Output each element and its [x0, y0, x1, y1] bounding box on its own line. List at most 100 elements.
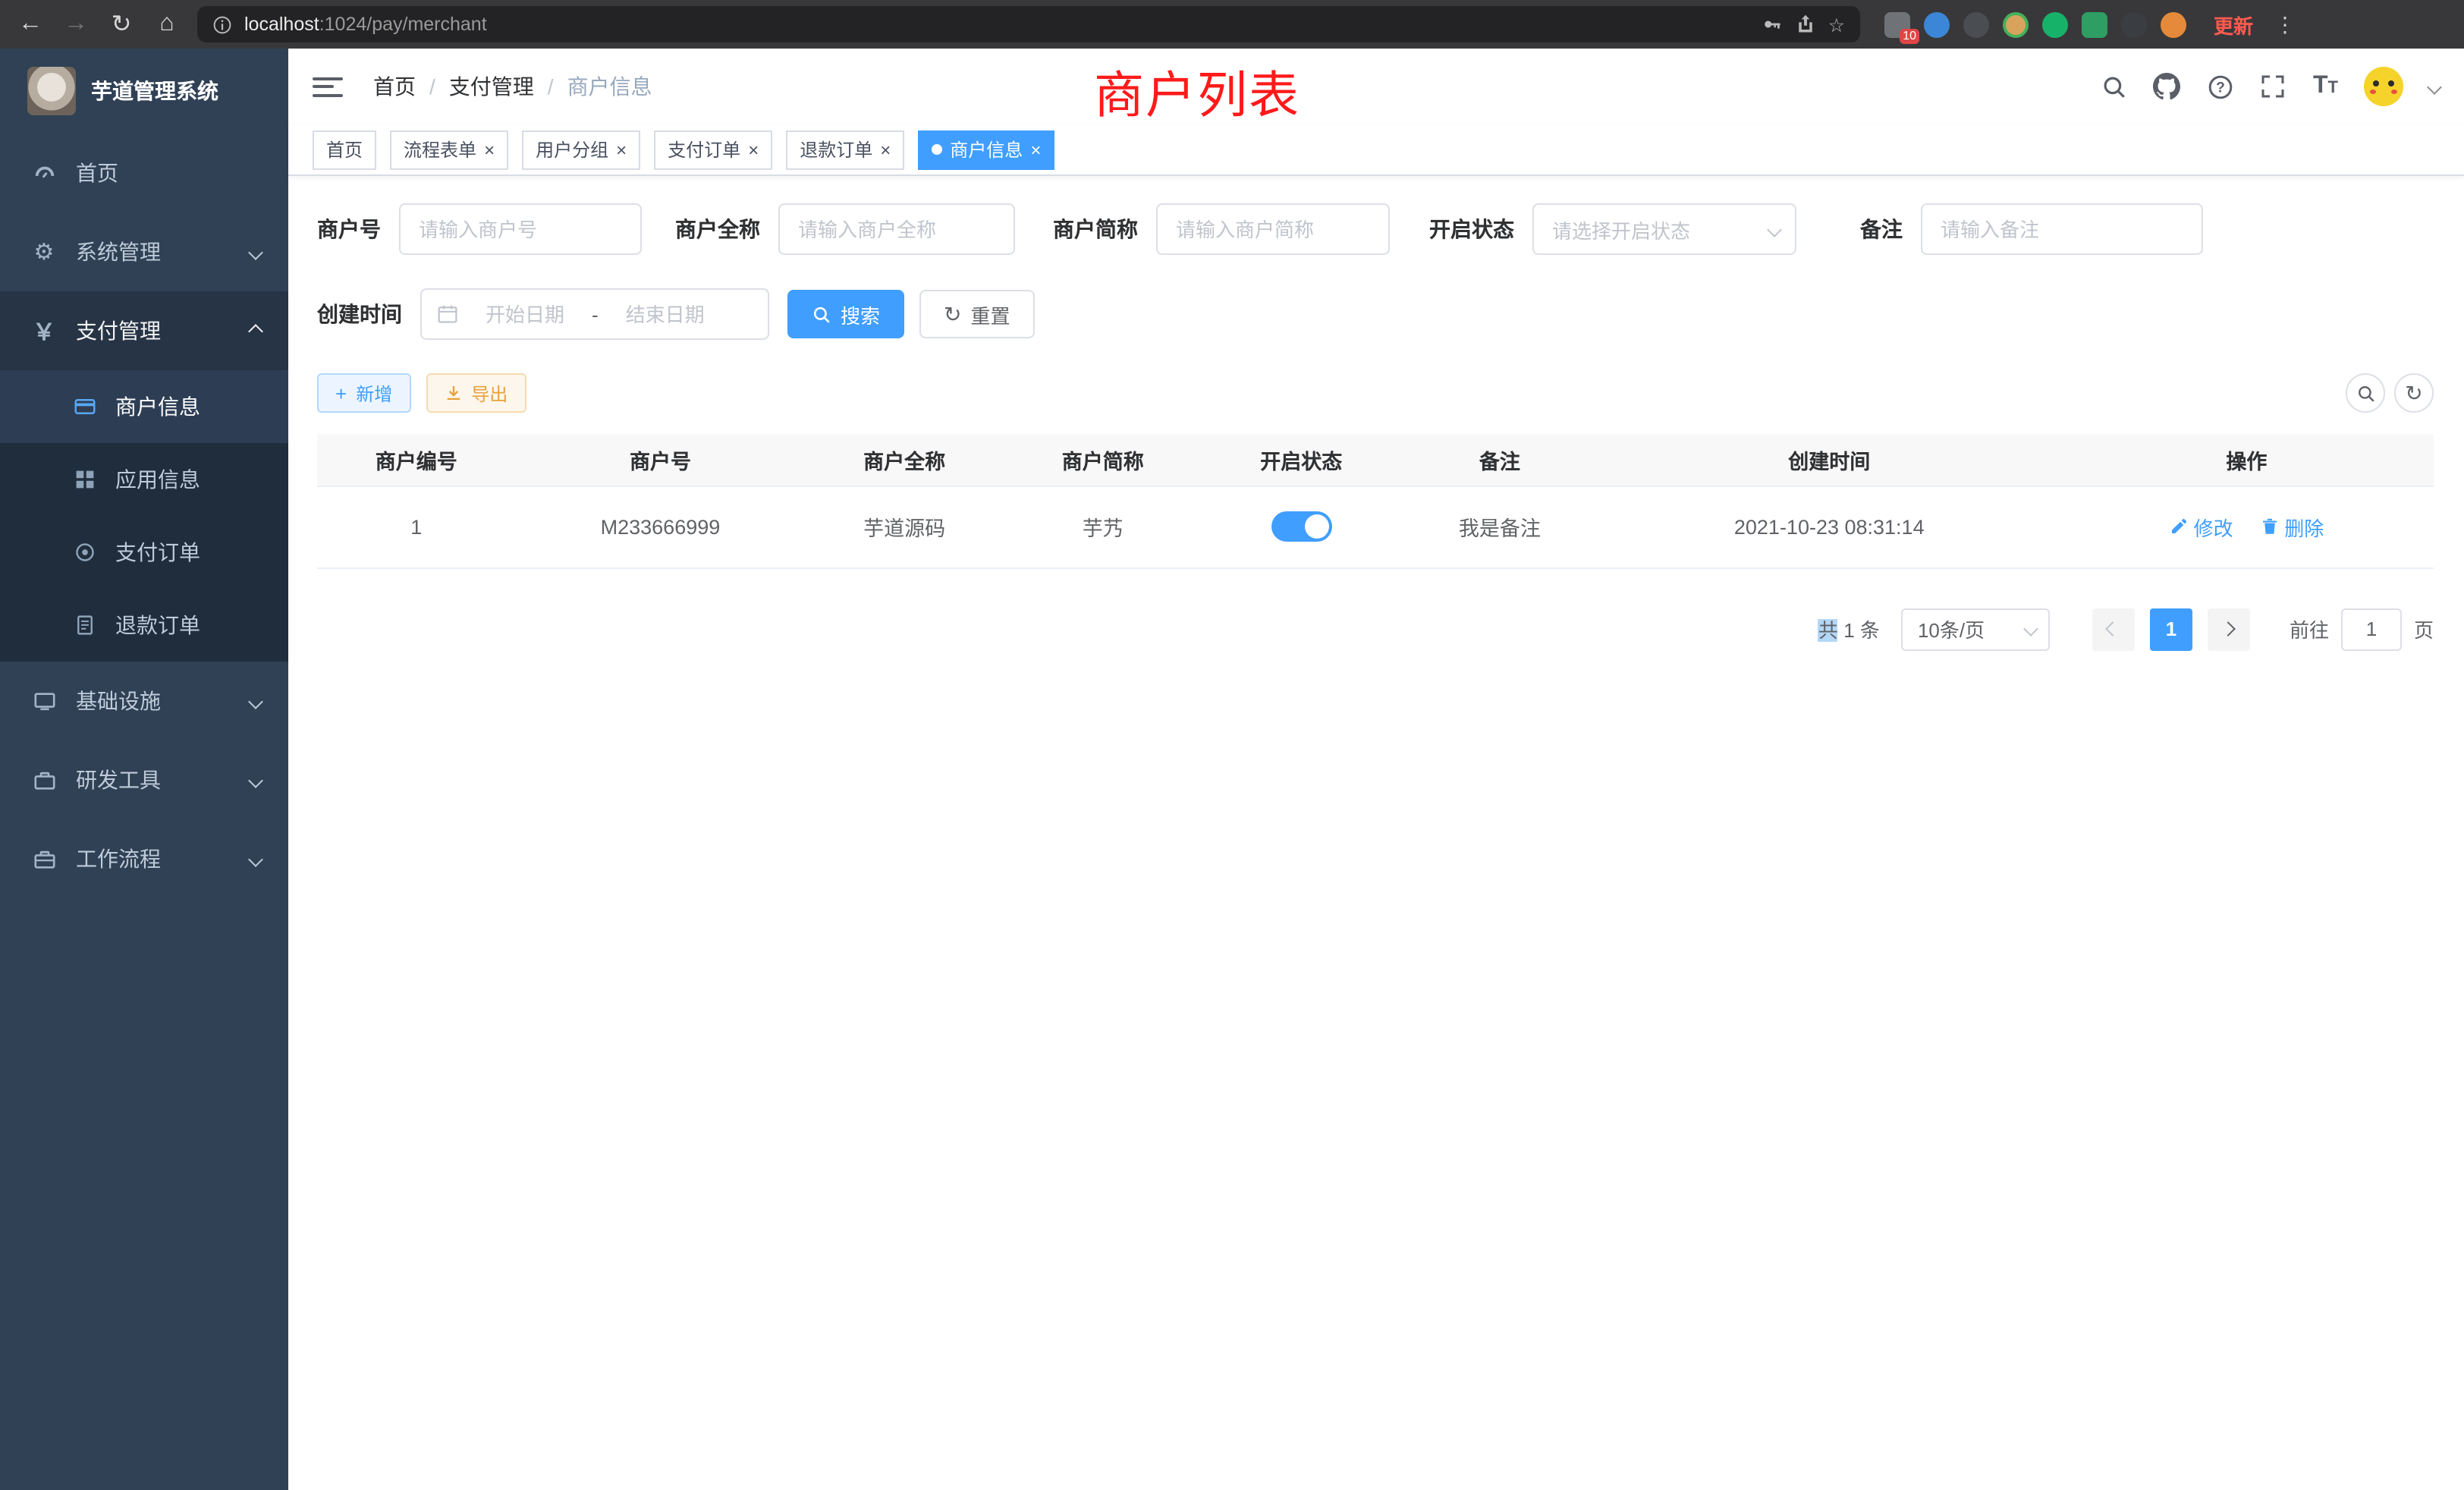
- bookmark-star-icon[interactable]: ☆: [1828, 13, 1845, 36]
- close-icon[interactable]: ×: [748, 140, 759, 159]
- tab-pay-order[interactable]: 支付订单×: [654, 130, 772, 169]
- document-icon: [73, 615, 97, 636]
- page-size-select[interactable]: 10条/页: [1901, 608, 2050, 650]
- breadcrumb-home[interactable]: 首页: [373, 71, 416, 102]
- search-icon[interactable]: [2101, 73, 2128, 100]
- extension-avatar-icon[interactable]: [2003, 11, 2029, 37]
- target-icon: [73, 542, 97, 563]
- info-icon[interactable]: [212, 14, 232, 34]
- prev-page-button[interactable]: [2092, 608, 2135, 650]
- browser-chrome: ← → ↻ ⌂ localhost:1024/pay/merchant ☆ 10: [0, 0, 2464, 49]
- tags-view-bar: 首页 流程表单× 用户分组× 支付订单× 退款订单× 商户信息×: [288, 124, 2464, 176]
- add-button[interactable]: + 新增: [317, 373, 410, 413]
- sidebar-item-system[interactable]: ⚙ 系统管理: [0, 212, 288, 291]
- extension-green-check-icon[interactable]: [2042, 11, 2068, 37]
- github-icon[interactable]: [2154, 73, 2181, 100]
- refresh-table-button[interactable]: ↻: [2394, 373, 2434, 413]
- col-header-actions: 操作: [2060, 434, 2434, 486]
- trash-icon: [2260, 517, 2278, 536]
- toggle-search-button[interactable]: [2346, 373, 2385, 413]
- browser-back-button[interactable]: ←: [15, 11, 46, 38]
- browser-home-button[interactable]: ⌂: [152, 11, 182, 38]
- tab-refund-order[interactable]: 退款订单×: [786, 130, 904, 169]
- col-header-short-name: 商户简称: [1004, 434, 1202, 486]
- edit-link[interactable]: 修改: [2170, 512, 2233, 541]
- yen-icon: ￥: [30, 315, 58, 347]
- plus-icon: +: [335, 382, 347, 404]
- reset-button[interactable]: ↻ 重置: [919, 290, 1035, 338]
- create-time-range-picker[interactable]: -: [420, 288, 769, 340]
- browser-forward-button[interactable]: →: [61, 11, 91, 38]
- dashboard-icon: [30, 162, 58, 184]
- tab-process-form[interactable]: 流程表单×: [390, 130, 508, 169]
- goto-suffix: 页: [2414, 615, 2434, 643]
- browser-refresh-button[interactable]: ↻: [106, 9, 137, 39]
- sidebar-item-workflow[interactable]: 工作流程: [0, 819, 288, 898]
- export-button[interactable]: 导出: [426, 373, 526, 413]
- full-name-input[interactable]: [778, 203, 1015, 255]
- sidebar-item-merchant-info[interactable]: 商户信息: [0, 370, 288, 443]
- extension-blue-icon[interactable]: [1924, 11, 1950, 37]
- app-title: 芋道管理系统: [91, 76, 218, 106]
- tab-merchant-info[interactable]: 商户信息×: [918, 130, 1054, 169]
- user-avatar[interactable]: [2364, 67, 2403, 106]
- browser-menu-icon[interactable]: ⋮: [2274, 11, 2296, 37]
- avatar-caret-icon[interactable]: [2427, 79, 2442, 94]
- cell-short-name: 芋艿: [1004, 486, 1202, 567]
- sidebar-item-pay-order[interactable]: 支付订单: [0, 516, 288, 589]
- url-text: localhost:1024/pay/merchant: [244, 14, 487, 35]
- close-icon[interactable]: ×: [616, 140, 627, 159]
- chevron-down-icon: [1767, 222, 1782, 237]
- status-toggle[interactable]: [1271, 511, 1331, 542]
- sidebar-logo[interactable]: 芋道管理系统: [0, 49, 288, 134]
- short-name-input[interactable]: [1156, 203, 1390, 255]
- table-row: 1 M233666999 芋道源码 芋艿 我是备注 2021-10-23 08:…: [317, 486, 2434, 567]
- date-start-input[interactable]: [467, 303, 583, 325]
- sidebar-item-infra[interactable]: 基础设施: [0, 662, 288, 740]
- goto-page-input[interactable]: [2341, 608, 2402, 650]
- font-size-icon[interactable]: TT: [2313, 73, 2338, 100]
- date-end-input[interactable]: [608, 303, 723, 325]
- toolbox-icon: [30, 769, 58, 791]
- extension-green-doc-icon[interactable]: [2082, 11, 2107, 37]
- extensions-badge: 10: [1900, 28, 1919, 43]
- monitor-icon: [30, 690, 58, 712]
- chevron-down-icon: [248, 693, 263, 709]
- key-icon[interactable]: [1762, 14, 1783, 35]
- next-page-button[interactable]: [2208, 608, 2250, 650]
- address-bar[interactable]: localhost:1024/pay/merchant ☆: [197, 6, 1860, 42]
- extension-profile-icon[interactable]: [2161, 11, 2186, 37]
- col-header-full-name: 商户全称: [805, 434, 1004, 486]
- close-icon[interactable]: ×: [1030, 140, 1041, 159]
- search-button[interactable]: 搜索: [787, 290, 904, 338]
- sidebar-item-app-info[interactable]: 应用信息: [0, 443, 288, 516]
- fullscreen-icon[interactable]: [2260, 73, 2287, 100]
- calendar-icon: [437, 303, 458, 325]
- browser-update-button[interactable]: 更新: [2214, 10, 2253, 39]
- page-number-button[interactable]: 1: [2150, 608, 2192, 650]
- merchant-no-input[interactable]: [399, 203, 642, 255]
- help-icon[interactable]: ?: [2207, 73, 2234, 100]
- breadcrumb-payment[interactable]: 支付管理: [449, 71, 534, 102]
- gear-icon: ⚙: [30, 238, 58, 266]
- col-header-create-time: 创建时间: [1599, 434, 2060, 486]
- delete-link[interactable]: 删除: [2260, 512, 2324, 541]
- extension-dark-icon[interactable]: [1963, 11, 1989, 37]
- share-icon[interactable]: [1795, 14, 1816, 35]
- sidebar-item-payment[interactable]: ￥ 支付管理: [0, 291, 288, 370]
- sidebar-item-home[interactable]: 首页: [0, 134, 288, 212]
- top-navbar: 首页 / 支付管理 / 商户信息 ?: [288, 49, 2464, 124]
- breadcrumb-current: 商户信息: [567, 71, 652, 102]
- sidebar-item-devtools[interactable]: 研发工具: [0, 740, 288, 819]
- extensions-puzzle-icon[interactable]: 10: [1884, 11, 1910, 37]
- status-select[interactable]: 请选择开启状态: [1532, 203, 1796, 255]
- sidebar-item-refund-order[interactable]: 退款订单: [0, 589, 288, 662]
- remark-input[interactable]: [1921, 203, 2203, 255]
- tab-home[interactable]: 首页: [313, 130, 376, 169]
- cell-remark: 我是备注: [1400, 486, 1599, 567]
- close-icon[interactable]: ×: [484, 140, 495, 159]
- extension-pin-icon[interactable]: [2121, 11, 2147, 37]
- hamburger-menu-icon[interactable]: [313, 77, 343, 96]
- close-icon[interactable]: ×: [880, 140, 891, 159]
- tab-user-group[interactable]: 用户分组×: [522, 130, 640, 169]
